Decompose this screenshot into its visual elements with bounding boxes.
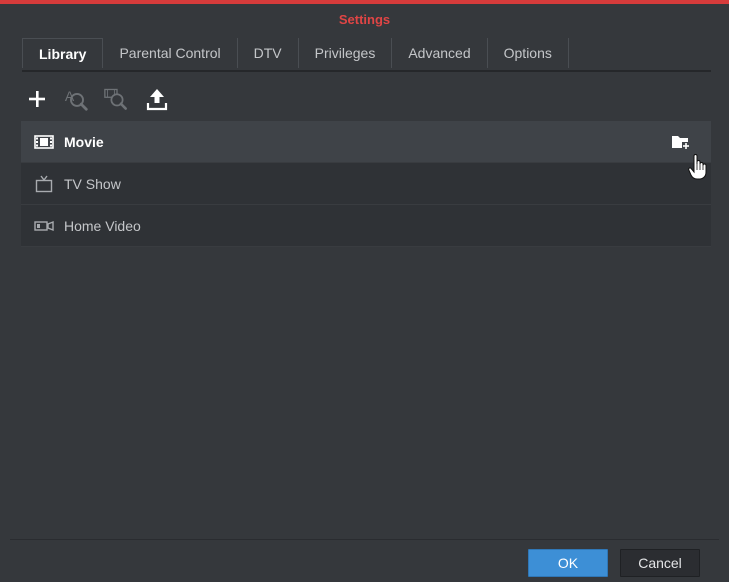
library-item-movie[interactable]: Movie	[21, 121, 711, 163]
tv-icon	[33, 175, 55, 192]
library-item-label: Home Video	[64, 217, 141, 234]
upload-icon	[146, 89, 168, 111]
tab-privileges[interactable]: Privileges	[299, 38, 393, 68]
add-icon	[29, 91, 45, 107]
tab-dtv[interactable]: DTV	[238, 38, 299, 68]
tab-divider	[22, 70, 711, 72]
folder-add-icon[interactable]	[671, 134, 691, 150]
footer-divider	[10, 539, 719, 540]
library-toolbar: A	[24, 84, 184, 114]
tab-advanced[interactable]: Advanced	[392, 38, 488, 68]
library-item-home-video[interactable]: Home Video	[21, 205, 711, 247]
library-list: Movie TV Show Home Video	[21, 121, 711, 247]
window-title: Settings	[338, 12, 391, 27]
upload-button[interactable]	[144, 85, 170, 113]
tab-parental-control[interactable]: Parental Control	[103, 38, 238, 68]
cancel-button[interactable]: Cancel	[620, 549, 700, 577]
library-item-label: Movie	[64, 133, 104, 150]
add-library-button[interactable]	[24, 85, 50, 113]
ok-button[interactable]: OK	[528, 549, 608, 577]
library-item-tv-show[interactable]: TV Show	[21, 163, 711, 205]
video-camera-icon	[33, 218, 55, 234]
tab-options[interactable]: Options	[488, 38, 569, 68]
search-text-icon: A	[65, 88, 88, 111]
search-image-button[interactable]	[104, 85, 130, 113]
film-icon	[33, 134, 55, 150]
search-image-icon	[104, 88, 127, 110]
tab-library[interactable]: Library	[22, 38, 104, 68]
search-text-button[interactable]: A	[64, 85, 90, 113]
tab-bar: Library Parental Control DTV Privileges …	[22, 38, 569, 68]
settings-window: Settings Library Parental Control DTV Pr…	[0, 0, 729, 582]
library-item-label: TV Show	[64, 175, 121, 192]
